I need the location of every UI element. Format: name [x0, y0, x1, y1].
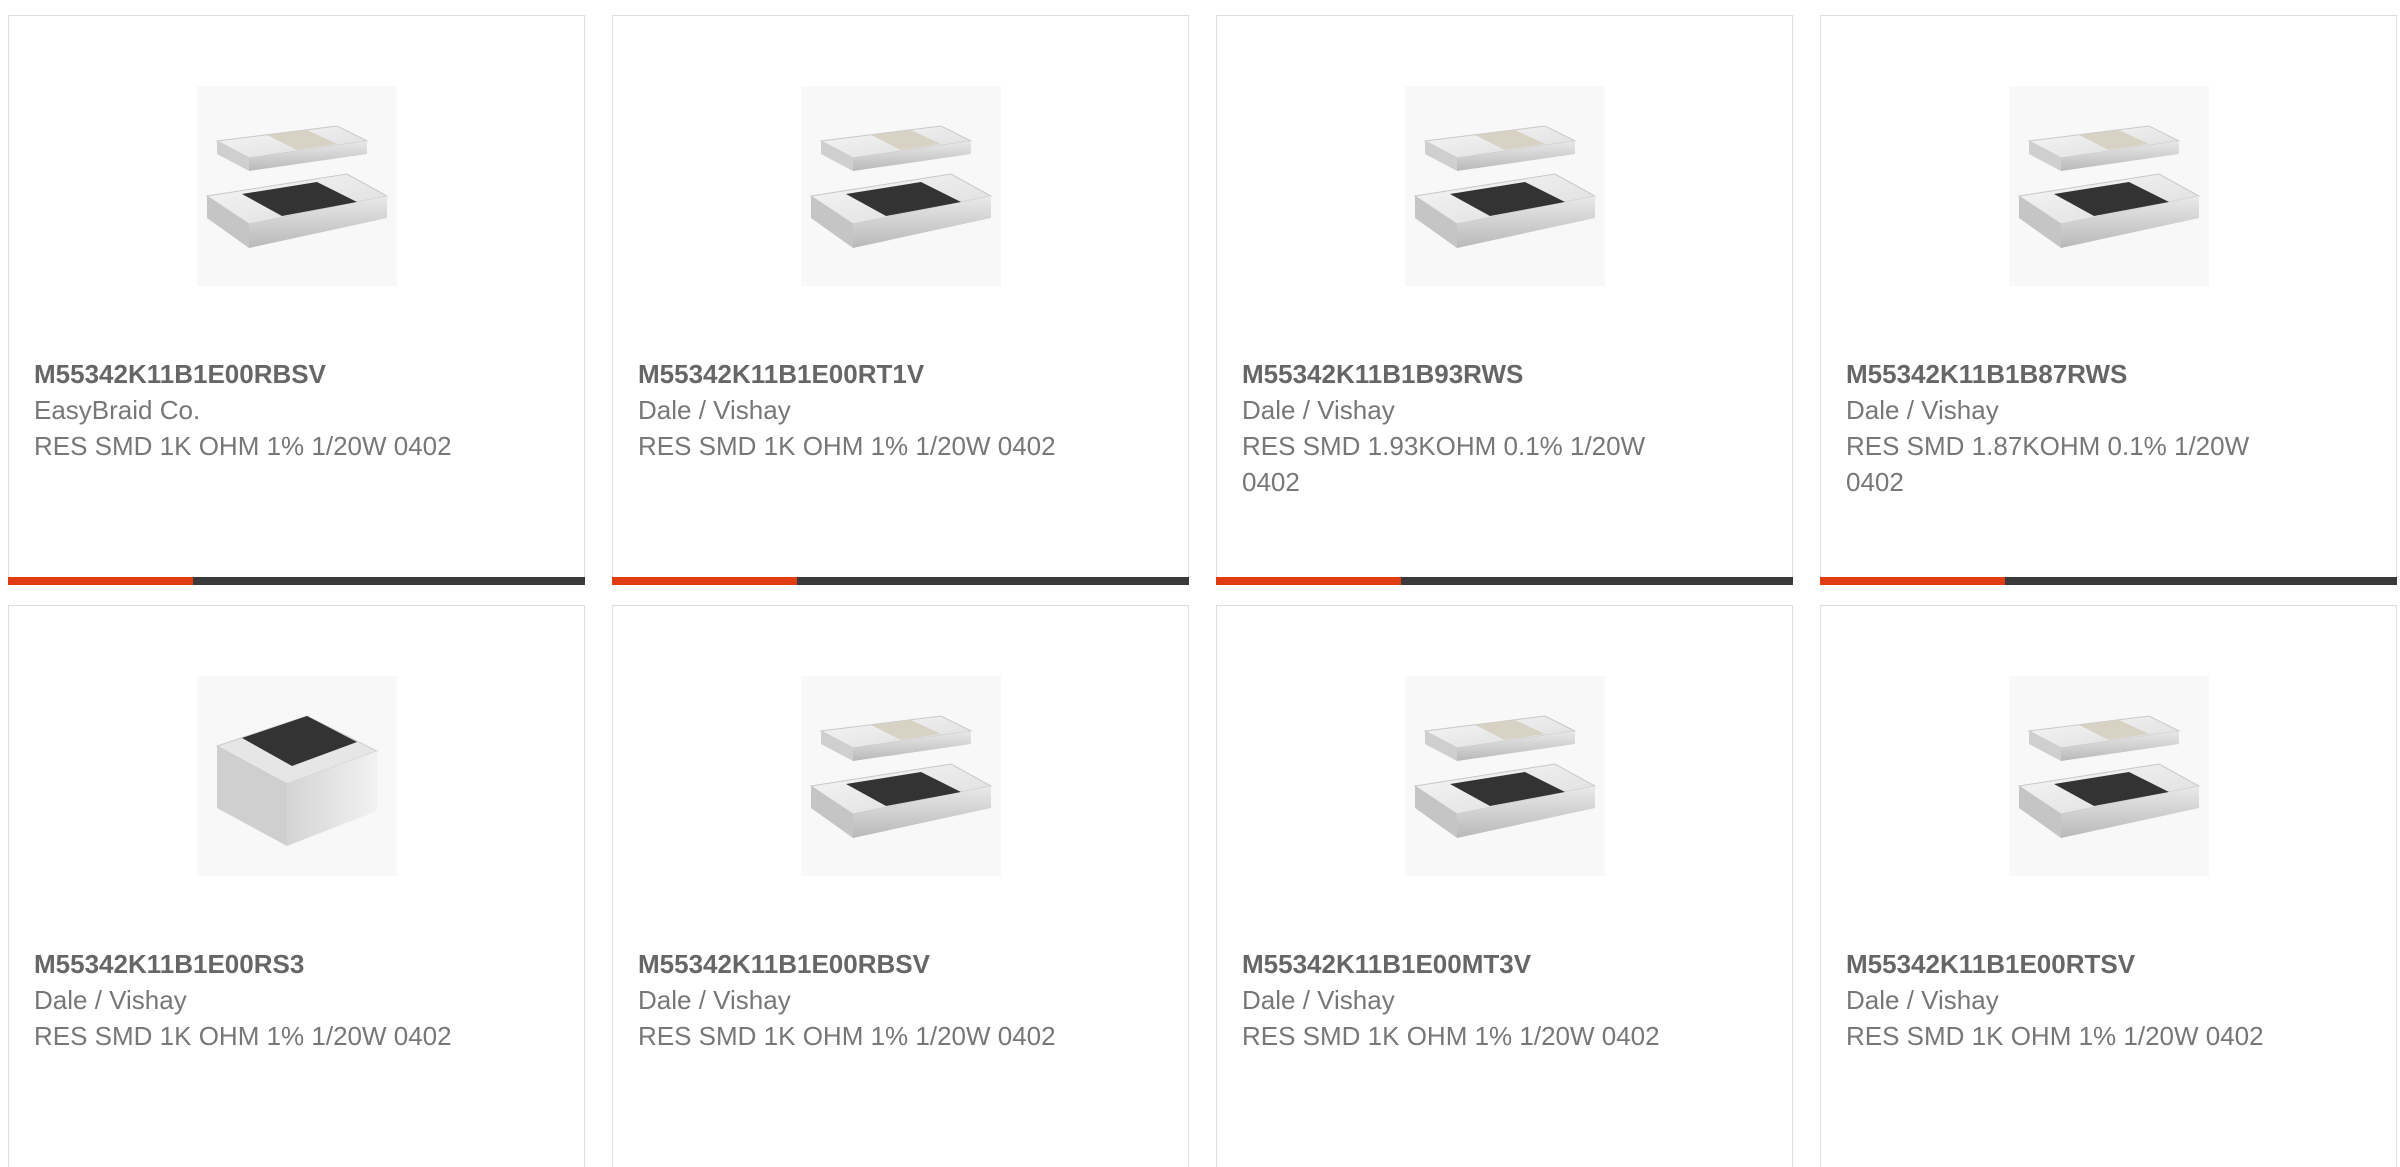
chip-resistor-pair-icon	[2009, 676, 2209, 876]
description: RES SMD 1K OHM 1% 1/20W 0402	[34, 431, 452, 461]
part-number[interactable]: M55342K11B1E00RBSV	[34, 356, 474, 392]
manufacturer: Dale / Vishay	[1846, 985, 1999, 1015]
description: RES SMD 1K OHM 1% 1/20W 0402	[638, 431, 1056, 461]
part-number[interactable]: M55342K11B1E00RS3	[34, 946, 474, 982]
manufacturer: EasyBraid Co.	[34, 395, 201, 425]
description: RES SMD 1K OHM 1% 1/20W 0402	[638, 1021, 1056, 1051]
part-number[interactable]: M55342K11B1E00RT1V	[638, 356, 1078, 392]
description: RES SMD 1K OHM 1% 1/20W 0402	[1242, 1021, 1660, 1051]
manufacturer: Dale / Vishay	[34, 985, 187, 1015]
description: RES SMD 1K OHM 1% 1/20W 0402	[34, 1021, 452, 1051]
manufacturer: Dale / Vishay	[1242, 395, 1395, 425]
description: RES SMD 1.87KOHM 0.1% 1/20W 0402	[1846, 431, 2250, 497]
manufacturer: Dale / Vishay	[638, 985, 791, 1015]
progress-bar	[612, 577, 1189, 585]
progress-bar	[1216, 577, 1793, 585]
chip-resistor-pair-icon	[1405, 676, 1605, 876]
progress-bar-fill	[612, 577, 797, 585]
product-card[interactable]: M55342K11B1B93RWS Dale / Vishay RES SMD …	[1216, 15, 1793, 585]
part-number[interactable]: M55342K11B1B93RWS	[1242, 356, 1682, 392]
chip-resistor-pair-icon	[2009, 86, 2209, 286]
chip-resistor-single-icon	[197, 676, 397, 876]
progress-bar-fill	[1216, 577, 1401, 585]
part-number[interactable]: M55342K11B1B87RWS	[1846, 356, 2286, 392]
description: RES SMD 1K OHM 1% 1/20W 0402	[1846, 1021, 2264, 1051]
manufacturer: Dale / Vishay	[1846, 395, 1999, 425]
part-number[interactable]: M55342K11B1E00RBSV	[638, 946, 1078, 982]
manufacturer: Dale / Vishay	[1242, 985, 1395, 1015]
chip-resistor-pair-icon	[1405, 86, 1605, 286]
part-number[interactable]: M55342K11B1E00MT3V	[1242, 946, 1682, 982]
product-card[interactable]: M55342K11B1E00RBSV EasyBraid Co. RES SMD…	[8, 15, 585, 585]
product-card[interactable]: M55342K11B1B87RWS Dale / Vishay RES SMD …	[1820, 15, 2397, 585]
description: RES SMD 1.93KOHM 0.1% 1/20W 0402	[1242, 431, 1646, 497]
progress-bar	[1820, 577, 2397, 585]
progress-bar	[8, 577, 585, 585]
part-number[interactable]: M55342K11B1E00RTSV	[1846, 946, 2286, 982]
product-card[interactable]: M55342K11B1E00MT3V Dale / Vishay RES SMD…	[1216, 605, 1793, 1167]
product-card[interactable]: M55342K11B1E00RTSV Dale / Vishay RES SMD…	[1820, 605, 2397, 1167]
product-grid: M55342K11B1E00RBSV EasyBraid Co. RES SMD…	[0, 0, 2400, 1167]
product-card[interactable]: M55342K11B1E00RS3 Dale / Vishay RES SMD …	[8, 605, 585, 1167]
progress-bar-fill	[8, 577, 193, 585]
chip-resistor-pair-icon	[801, 676, 1001, 876]
product-card[interactable]: M55342K11B1E00RT1V Dale / Vishay RES SMD…	[612, 15, 1189, 585]
chip-resistor-pair-icon	[801, 86, 1001, 286]
manufacturer: Dale / Vishay	[638, 395, 791, 425]
chip-resistor-pair-icon	[197, 86, 397, 286]
progress-bar-fill	[1820, 577, 2005, 585]
product-card[interactable]: M55342K11B1E00RBSV Dale / Vishay RES SMD…	[612, 605, 1189, 1167]
